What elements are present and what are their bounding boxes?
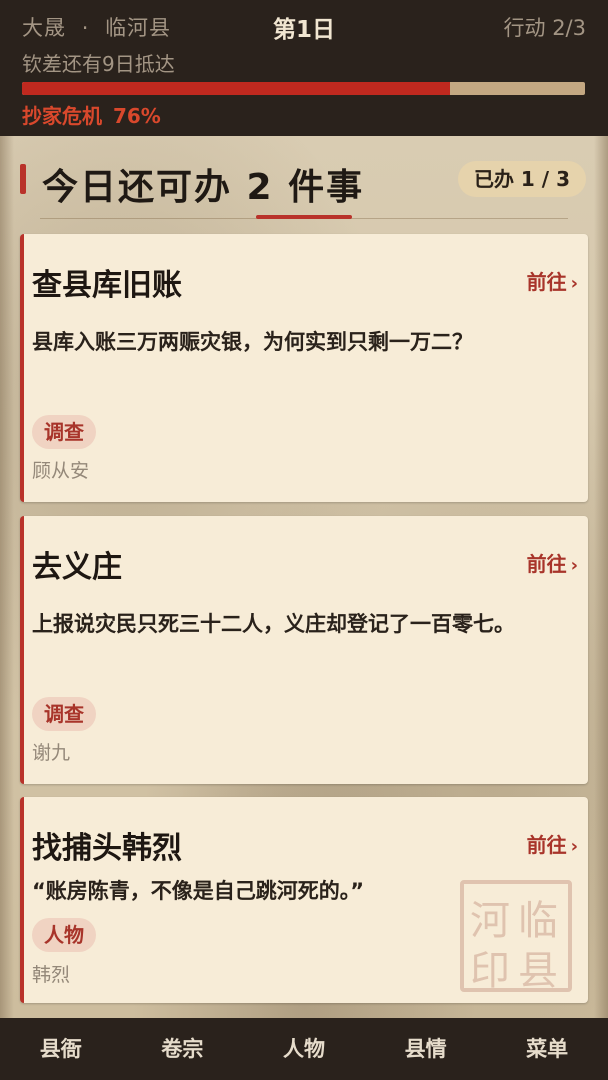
title-accent-bar [20,164,26,194]
paper-edge-left [0,136,14,1018]
task-tag: 调查 [32,415,96,449]
task-description: 上报说灾民只死三十二人，义庄却登记了一百零七。 [32,612,515,636]
nav-county-status[interactable]: 县情 [365,1018,487,1080]
chevron-right-icon: › [570,555,578,576]
task-person: 顾从安 [32,460,90,482]
status-header: 大晟 · 临河县 第1日 行动 2/3 钦差还有9日抵达 抄家危机 76% [0,0,608,136]
crisis-progress-bar [22,82,585,95]
task-card-charity-house[interactable]: 去义庄 前往 › 上报说灾民只死三十二人，义庄却登记了一百零七。 调查 谢九 [20,516,588,784]
task-title: 找捕头韩烈 [32,831,182,866]
county-seal-stamp: 临 河 县 印 [460,880,572,994]
paper-edge-right [594,136,608,1018]
task-person: 谢九 [32,742,71,764]
task-description: 县库入账三万两赈灾银，为何实到只剩一万二？ [32,330,473,354]
bottom-nav: 县衙 卷宗 人物 县情 菜单 [0,1018,608,1080]
task-title: 去义庄 [32,550,122,585]
nav-dossiers[interactable]: 卷宗 [122,1018,244,1080]
task-title: 查县库旧账 [32,268,182,303]
done-count-badge: 已办 1 / 3 [457,161,586,197]
action-counter: 行动 2/3 [503,16,586,40]
go-button[interactable]: 前往 › [527,266,578,295]
go-label: 前往 [526,552,567,576]
go-button[interactable]: 前往 › [527,548,578,577]
chevron-right-icon: › [570,273,578,294]
crisis-status: 抄家危机 76% [22,100,161,129]
go-label: 前往 [526,270,567,294]
paper-panel: 今日还可办 2 件事 已办 1 / 3 查县库旧账 前往 › 县库入账三万两赈灾银… [0,136,608,1018]
go-label: 前往 [526,833,567,857]
go-button[interactable]: 前往 › [527,829,578,858]
crisis-progress-fill [22,82,450,95]
task-tag: 调查 [32,697,96,731]
task-card-ledger[interactable]: 查县库旧账 前往 › 县库入账三万两赈灾银，为何实到只剩一万二？ 调查 顾从安 [20,234,588,502]
seal-char: 县 [518,948,558,994]
page-title: 今日还可办 2 件事 [42,167,365,208]
crisis-label: 抄家危机 [22,104,102,128]
nav-menu[interactable]: 菜单 [486,1018,608,1080]
task-tag: 人物 [32,918,96,952]
title-underline [256,215,352,219]
task-person: 韩烈 [32,964,71,986]
nav-characters[interactable]: 人物 [243,1018,365,1080]
envoy-notice: 钦差还有9日抵达 [22,52,175,76]
nav-yamen[interactable]: 县衙 [0,1018,122,1080]
crisis-value: 76% [112,104,161,128]
seal-char: 印 [470,948,510,994]
chevron-right-icon: › [570,836,578,857]
